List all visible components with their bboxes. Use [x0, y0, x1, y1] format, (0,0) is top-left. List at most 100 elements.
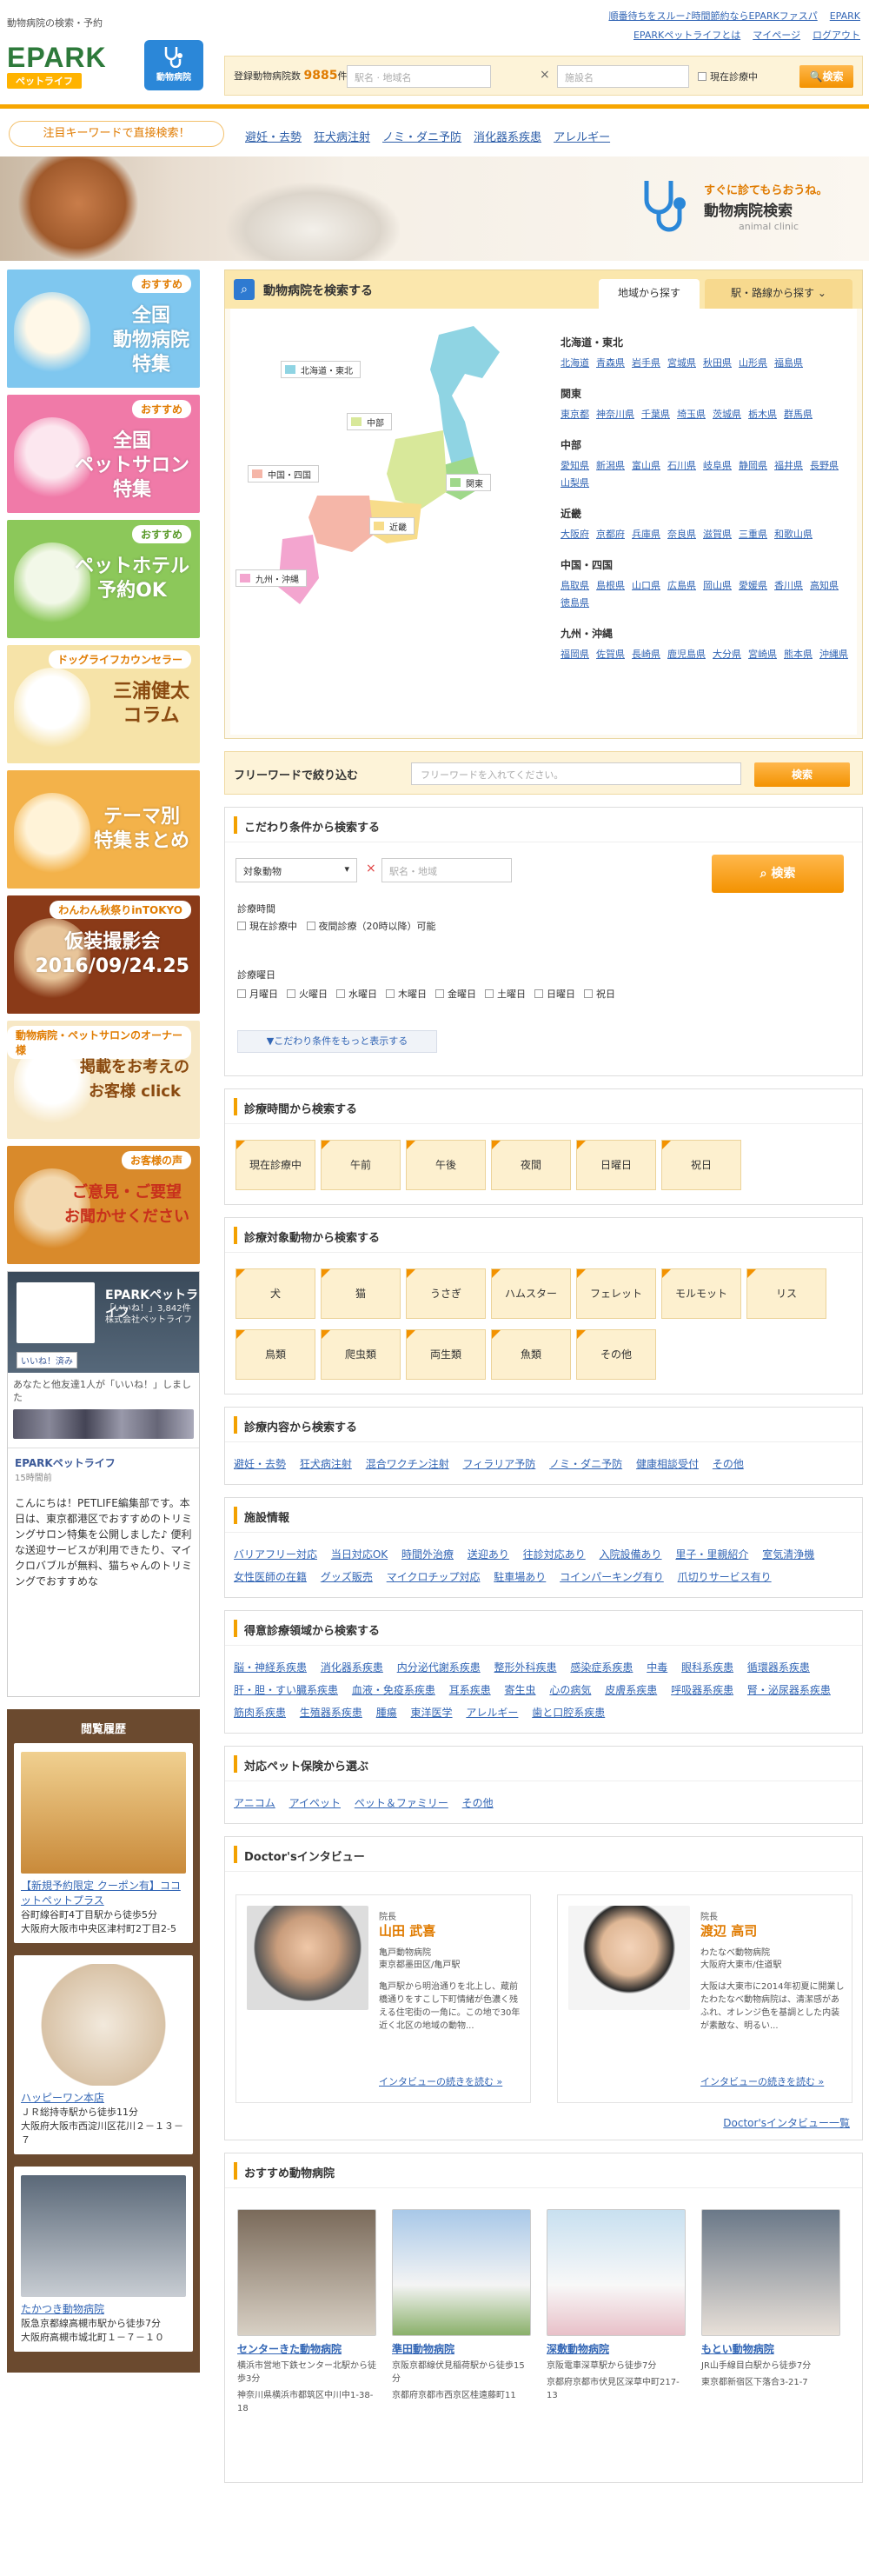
day-option[interactable]: 火曜日	[287, 988, 328, 1000]
filter-link[interactable]: 整形外科疾患	[494, 1661, 557, 1674]
prefecture-link[interactable]: 北海道	[561, 355, 589, 372]
prefecture-link[interactable]: 千葉県	[641, 406, 670, 423]
filter-link[interactable]: 生殖器系疾患	[300, 1707, 362, 1719]
keyword-link[interactable]: 消化器系疾患	[474, 131, 541, 144]
day-option[interactable]: 月曜日	[237, 988, 278, 1000]
prefecture-link[interactable]: 長野県	[810, 457, 839, 475]
prefecture-link[interactable]: 新潟県	[596, 457, 625, 475]
station-input[interactable]: 駅名 · 地域名	[347, 65, 491, 88]
prefecture-link[interactable]: 宮崎県	[748, 646, 777, 663]
history-name[interactable]: ハッピーワン本店	[21, 2092, 104, 2104]
map-tag[interactable]: 中国・四国	[248, 465, 319, 483]
keyword-link[interactable]: ノミ・ダニ予防	[382, 131, 461, 144]
prefecture-link[interactable]: 神奈川県	[596, 406, 634, 423]
tab-area[interactable]: 地域から探す	[599, 279, 700, 309]
history-photo[interactable]	[21, 1964, 186, 2086]
open-now-checkbox[interactable]: 現在診療中	[698, 70, 758, 83]
search-tile[interactable]: 魚類	[491, 1329, 571, 1380]
search-tile[interactable]: 午前	[321, 1140, 401, 1190]
filter-link[interactable]: 肝・胆・すい臓系疾患	[234, 1684, 338, 1696]
filter-link[interactable]: 皮膚系疾患	[605, 1684, 657, 1696]
prefecture-link[interactable]: 秋田県	[703, 355, 732, 372]
free-word-search-button[interactable]: 検索	[754, 762, 850, 787]
filter-link[interactable]: その他	[462, 1797, 494, 1809]
prefecture-link[interactable]: 奈良県	[667, 526, 696, 543]
post-author[interactable]: EPARKペットライフ	[15, 1455, 192, 1471]
filter-link[interactable]: その他	[713, 1458, 744, 1470]
history-photo[interactable]	[21, 2175, 186, 2297]
left-banner[interactable]: ドッグライフカウンセラー 三浦健太 コラム	[7, 645, 200, 763]
prefecture-link[interactable]: 愛知県	[561, 457, 589, 475]
filter-link[interactable]: 送迎あり	[468, 1548, 509, 1561]
time-option[interactable]: 現在診療中	[237, 921, 297, 932]
history-name[interactable]: たかつき動物病院	[21, 2303, 104, 2315]
search-tile[interactable]: 鳥類	[235, 1329, 315, 1380]
filter-link[interactable]: 駐車場あり	[494, 1571, 546, 1583]
prefecture-link[interactable]: 福井県	[774, 457, 803, 475]
prefecture-link[interactable]: 大阪府	[561, 526, 589, 543]
day-option[interactable]: 木曜日	[386, 988, 427, 1000]
more-conditions-toggle[interactable]: ▼こだわり条件をもっと表示する	[237, 1030, 437, 1053]
day-option[interactable]: 水曜日	[336, 988, 377, 1000]
filter-link[interactable]: 呼吸器系疾患	[671, 1684, 733, 1696]
prefecture-link[interactable]: 群馬県	[784, 406, 813, 423]
filter-link[interactable]: 寄生虫	[505, 1684, 536, 1696]
prefecture-link[interactable]: 青森県	[596, 355, 625, 372]
prefecture-link[interactable]: 福島県	[774, 355, 803, 372]
epark-link[interactable]: EPARK	[830, 10, 860, 22]
prefecture-link[interactable]: 滋賀県	[703, 526, 732, 543]
faspa-link[interactable]: 順番待ちをスルー♪時間節約ならEPARKファスパ	[608, 10, 817, 22]
doctor-read-more[interactable]: インタビューの続きを読む »	[700, 2074, 824, 2088]
search-tile[interactable]: フェレット	[576, 1268, 656, 1319]
header-search-button[interactable]: 🔍検索	[799, 65, 853, 88]
search-tile[interactable]: モルモット	[661, 1268, 741, 1319]
keyword-link[interactable]: 狂犬病注射	[314, 131, 370, 144]
filter-link[interactable]: 狂犬病注射	[300, 1458, 352, 1470]
map-tag[interactable]: 関東	[446, 474, 491, 491]
prefecture-link[interactable]: 京都府	[596, 526, 625, 543]
left-banner[interactable]: テーマ別 特集まとめ	[7, 770, 200, 889]
filter-link[interactable]: マイクロチップ対応	[387, 1571, 481, 1583]
doctor-read-more[interactable]: インタビューの続きを読む »	[379, 2074, 502, 2088]
recommend-name[interactable]: 準田動物病院	[392, 2341, 531, 2356]
filter-link[interactable]: 室気清浄機	[762, 1548, 814, 1561]
filter-link[interactable]: アニコム	[234, 1797, 275, 1809]
prefecture-link[interactable]: 和歌山県	[774, 526, 813, 543]
recommend-name[interactable]: センターきた動物病院	[237, 2341, 376, 2356]
recommend-photo[interactable]	[547, 2209, 686, 2336]
search-tile[interactable]: 午後	[406, 1140, 486, 1190]
prefecture-link[interactable]: 愛媛県	[739, 577, 767, 595]
left-banner[interactable]: おすすめ ペットホテル 予約OK	[7, 520, 200, 638]
prefecture-link[interactable]: 山梨県	[561, 475, 589, 492]
prefecture-link[interactable]: 岐阜県	[703, 457, 732, 475]
clinic-name-input[interactable]: 施設名	[557, 65, 689, 88]
search-tile[interactable]: 祝日	[661, 1140, 741, 1190]
search-tile[interactable]: 現在診療中	[235, 1140, 315, 1190]
search-tile[interactable]: うさぎ	[406, 1268, 486, 1319]
search-tile[interactable]: 犬	[235, 1268, 315, 1319]
left-banner[interactable]: おすすめ 全国 動物病院 特集	[7, 270, 200, 388]
free-word-input[interactable]: フリーワードを入れてください。	[411, 762, 741, 785]
filter-link[interactable]: 感染症系疾患	[570, 1661, 633, 1674]
left-banner[interactable]: おすすめ 全国 ペットサロン 特集	[7, 395, 200, 513]
search-tile[interactable]: リス	[746, 1268, 826, 1319]
prefecture-link[interactable]: 富山県	[632, 457, 660, 475]
prefecture-link[interactable]: 埼玉県	[677, 406, 706, 423]
map-tag[interactable]: 北海道・東北	[281, 361, 361, 378]
filter-link[interactable]: 内分泌代謝系疾患	[397, 1661, 481, 1674]
filter-link[interactable]: 筋肉系疾患	[234, 1707, 286, 1719]
clear-icon[interactable]: ×	[366, 862, 376, 875]
prefecture-link[interactable]: 熊本県	[784, 646, 813, 663]
filter-link[interactable]: 当日対応OK	[331, 1548, 388, 1561]
prefecture-link[interactable]: 岩手県	[632, 355, 660, 372]
prefecture-link[interactable]: 沖縄県	[819, 646, 848, 663]
filter-link[interactable]: ノミ・ダニ予防	[549, 1458, 622, 1470]
prefecture-link[interactable]: 静岡県	[739, 457, 767, 475]
prefecture-link[interactable]: 香川県	[774, 577, 803, 595]
search-tile[interactable]: 爬虫類	[321, 1329, 401, 1380]
filter-link[interactable]: フィラリア予防	[463, 1458, 536, 1470]
history-name[interactable]: 【新規予約限定 クーポン有】ココットペットプラス	[21, 1880, 181, 1907]
prefecture-link[interactable]: 福岡県	[561, 646, 589, 663]
prefecture-link[interactable]: 鳥取県	[561, 577, 589, 595]
filter-link[interactable]: 消化器系疾患	[321, 1661, 383, 1674]
